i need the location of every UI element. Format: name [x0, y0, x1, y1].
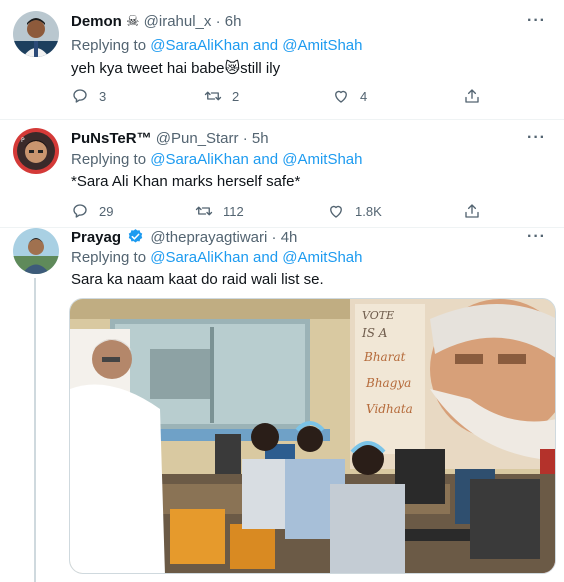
- user-handle[interactable]: @Pun_Starr: [156, 130, 239, 147]
- mention-joiner: and: [248, 37, 283, 54]
- tweet-actions: 3 2 4: [71, 87, 491, 107]
- display-name[interactable]: PuNsTeR™: [71, 130, 152, 147]
- replying-to: Replying to @SaraAliKhan and @AmitShah: [71, 249, 362, 266]
- skull-icon: ☠: [126, 13, 140, 30]
- verified-badge-icon: [128, 229, 143, 243]
- display-name[interactable]: Demon: [71, 13, 122, 30]
- like-button[interactable]: 1.8K: [327, 202, 382, 220]
- heart-icon: [335, 90, 347, 103]
- like-count: 4: [360, 88, 368, 104]
- avatar[interactable]: P: [13, 128, 59, 174]
- more-options-icon[interactable]: ···: [527, 129, 546, 147]
- display-name[interactable]: Prayag: [71, 229, 121, 246]
- poster-word: IS A: [361, 326, 388, 340]
- poster-word: VOTE: [362, 309, 394, 322]
- user-handle[interactable]: @theprayagtiwari: [150, 229, 267, 246]
- tweet-header: Prayag @theprayagtiwari · 4h: [71, 228, 297, 247]
- tweet-text-main: yeh kya tweet hai babe: [71, 60, 225, 77]
- tweet-text: yeh kya tweet hai babe😿still ily: [71, 59, 280, 77]
- reply-icon: [73, 204, 87, 218]
- mention-joiner: and: [248, 151, 283, 168]
- tweet-header: Demon ☠ @irahul_x · 6h: [71, 12, 241, 31]
- poster-word: Bhagya: [365, 376, 411, 390]
- tweet-1[interactable]: Demon ☠ @irahul_x · 6h ··· Replying to @…: [0, 0, 564, 120]
- svg-text:P: P: [21, 137, 25, 144]
- replying-to: Replying to @SaraAliKhan and @AmitShah: [71, 37, 362, 54]
- tweet-header: PuNsTeR™ @Pun_Starr · 5h: [71, 129, 269, 148]
- share-button[interactable]: [463, 87, 481, 105]
- mention-link[interactable]: @SaraAliKhan: [150, 151, 249, 168]
- tweet-text: *Sara Ali Khan marks herself safe*: [71, 173, 301, 190]
- tweet-photo[interactable]: VOTE IS A Bharat Bhagya Vidhata: [69, 298, 556, 574]
- retweet-button[interactable]: 112: [195, 202, 244, 220]
- like-count: 1.8K: [355, 203, 382, 219]
- tweet-2[interactable]: P PuNsTeR™ @Pun_Starr · 5h ··· Replying …: [0, 120, 564, 228]
- timestamp[interactable]: 6h: [225, 13, 242, 30]
- replying-to: Replying to @SaraAliKhan and @AmitShah: [71, 151, 362, 168]
- poster-word: Bharat: [363, 350, 406, 364]
- share-button[interactable]: [463, 202, 481, 220]
- retweet-button[interactable]: 2: [204, 87, 239, 105]
- mention-joiner: and: [248, 249, 283, 266]
- mention-link[interactable]: @AmitShah: [282, 151, 362, 168]
- more-options-icon[interactable]: ···: [527, 12, 546, 30]
- reply-icon: [73, 89, 87, 103]
- mention-link[interactable]: @AmitShah: [282, 249, 362, 266]
- tweet-text: Sara ka naam kaat do raid wali list se.: [71, 271, 324, 288]
- reply-button[interactable]: 3: [71, 87, 106, 105]
- thread-line: [34, 278, 36, 582]
- replying-to-label: Replying to: [71, 249, 151, 266]
- user-handle[interactable]: @irahul_x: [144, 13, 212, 30]
- poster-word: Vidhata: [366, 402, 413, 416]
- reply-button[interactable]: 29: [71, 202, 113, 220]
- retweet-icon: [204, 91, 222, 101]
- tweet-actions: 29 112 1.8K: [71, 202, 491, 222]
- separator: ·: [271, 229, 277, 246]
- mention-link[interactable]: @SaraAliKhan: [150, 249, 249, 266]
- reply-count: 29: [99, 203, 114, 219]
- crying-cat-emoji: 😿: [224, 60, 241, 77]
- timestamp[interactable]: 4h: [281, 229, 298, 246]
- retweet-count: 2: [232, 88, 240, 104]
- share-icon: [465, 204, 479, 218]
- replying-to-label: Replying to: [71, 151, 151, 168]
- more-options-icon[interactable]: ···: [527, 228, 546, 246]
- mention-link[interactable]: @AmitShah: [282, 37, 362, 54]
- like-button[interactable]: 4: [332, 87, 367, 105]
- replying-to-label: Replying to: [71, 37, 151, 54]
- tweet-text-after: still ily: [240, 60, 281, 77]
- separator: ·: [242, 130, 248, 147]
- avatar[interactable]: [13, 228, 59, 274]
- mention-link[interactable]: @SaraAliKhan: [150, 37, 249, 54]
- timestamp[interactable]: 5h: [252, 130, 269, 147]
- retweet-count: 112: [223, 203, 244, 219]
- heart-icon: [330, 205, 342, 218]
- reply-count: 3: [99, 88, 107, 104]
- share-icon: [465, 89, 479, 103]
- separator: ·: [215, 13, 221, 30]
- avatar[interactable]: [13, 11, 59, 57]
- retweet-icon: [195, 206, 213, 216]
